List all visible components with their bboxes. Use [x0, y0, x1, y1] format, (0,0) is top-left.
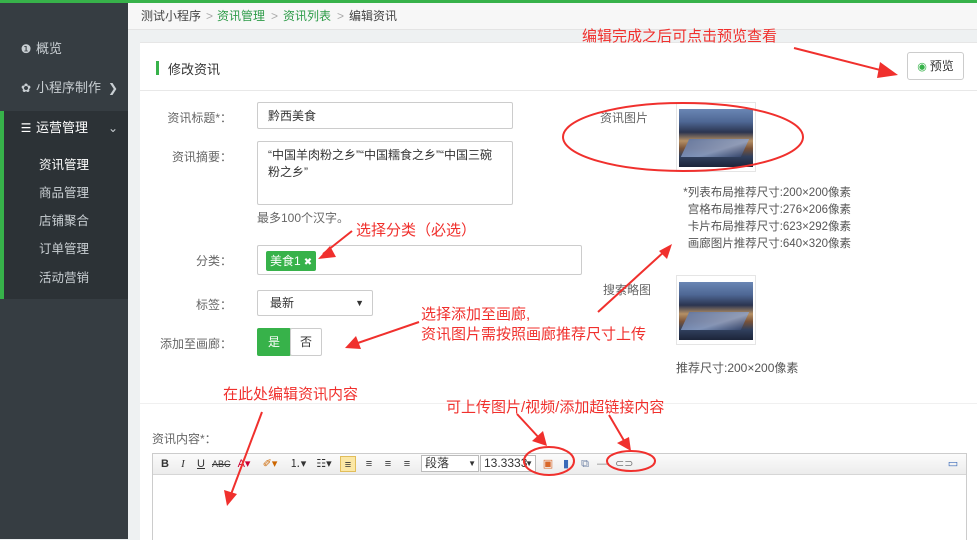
- annotation-preview: 编辑完成之后可点击预览查看: [582, 28, 778, 45]
- content-label: 资讯内容*：: [152, 432, 217, 446]
- edit-panel: 修改资讯 ◉预览 资讯标题*： 资讯摘要： “中国羊肉粉之乡”“中国糯食之乡”“…: [140, 42, 977, 540]
- chevron-right-icon: ❯: [107, 81, 118, 95]
- sidebar-item-label: 小程序制作: [36, 80, 102, 95]
- search-thumbnail[interactable]: [676, 275, 756, 345]
- tags-label: 标签：: [195, 298, 232, 312]
- annotation-content: 在此处编辑资讯内容: [223, 386, 359, 403]
- sidebar: ❶ 概览 ✿ 小程序制作 ❯ ☰ 运营管理 ⌄ 资讯管理 商品管理 店铺聚合 订单管理…: [0, 3, 128, 539]
- breadcrumb-item[interactable]: 测试小程序: [141, 3, 201, 29]
- insert-video-icon[interactable]: ▮: [559, 456, 573, 472]
- category-label: 分类：: [195, 254, 232, 268]
- fullscreen-icon[interactable]: ▭: [945, 456, 961, 472]
- breadcrumb-current: 编辑资讯: [349, 9, 398, 23]
- annotation-category: 选择分类（必选）: [356, 222, 477, 239]
- eye-icon: ◉: [917, 61, 927, 73]
- annotation-upload: 可上传图片/视频/添加超链接内容: [446, 399, 665, 416]
- annotation-gallery-1: 选择添加至画廊,: [421, 306, 531, 323]
- image-spec-line: 卡片布局推荐尺寸:623×292像素: [687, 221, 851, 233]
- font-color-icon[interactable]: A▾: [233, 456, 255, 472]
- sidebar-subitem-stores[interactable]: 店铺聚合: [39, 210, 89, 229]
- news-image: [679, 109, 753, 167]
- title-label: 资讯标题*：: [167, 111, 232, 125]
- thumb-size-hint: 推荐尺寸:200×200像素: [676, 361, 799, 375]
- sidebar-item-miniapp[interactable]: ✿ 小程序制作 ❯: [0, 70, 128, 106]
- highlight-color-icon[interactable]: ✐▾: [259, 456, 281, 472]
- sidebar-subitem-products[interactable]: 商品管理: [39, 182, 89, 201]
- preview-button[interactable]: ◉ 预览: [907, 52, 964, 80]
- image-spec-line: 画廊图片推荐尺寸:640×320像素: [687, 238, 851, 250]
- summary-hint: 最多100个汉字。: [257, 211, 350, 225]
- rich-text-editor: B I U ABC A▾ ✐▾ ⒈▾ ☷▾ ≡ ≡ ≡ ≡ 段落 ▼ 13.333…: [152, 453, 967, 540]
- sidebar-subitem-orders[interactable]: 订单管理: [39, 238, 89, 257]
- caret-down-icon: ▼: [355, 298, 364, 308]
- summary-textarea[interactable]: “中国羊肉粉之乡”“中国糯食之乡”“中国三碗粉之乡”: [257, 141, 513, 205]
- category-tag-label: 美食1: [270, 254, 301, 268]
- underline-icon[interactable]: U: [194, 456, 208, 472]
- image-spec-line: *列表布局推荐尺寸:200×200像素: [683, 187, 851, 199]
- align-center-icon[interactable]: ≡: [361, 456, 377, 472]
- breadcrumb-item[interactable]: 资讯列表: [283, 3, 331, 29]
- thumb-label: 搜索略图: [603, 283, 652, 297]
- info-circle-icon: ❶: [20, 42, 32, 56]
- image-label: 资讯图片: [600, 111, 649, 125]
- tags-select[interactable]: 最新 ▼: [257, 290, 373, 316]
- align-left-icon[interactable]: ≡: [340, 456, 356, 472]
- title-input[interactable]: [257, 102, 513, 129]
- strikethrough-icon[interactable]: ABC: [212, 456, 231, 472]
- category-tag[interactable]: 美食1 ✖: [266, 251, 317, 271]
- chevron-down-icon: ⌄: [107, 121, 118, 135]
- gallery-no-button[interactable]: 否: [290, 328, 322, 356]
- paragraph-select[interactable]: 段落 ▼: [421, 455, 479, 472]
- sidebar-subitem-news[interactable]: 资讯管理: [39, 154, 89, 173]
- news-image-thumbnail[interactable]: [676, 102, 756, 172]
- tags-select-value: 最新: [270, 296, 295, 310]
- insert-image-icon[interactable]: ▣: [540, 456, 556, 472]
- breadcrumb: 测试小程序 > 资讯管理 > 资讯列表 > 编辑资讯: [128, 3, 977, 30]
- paragraph-select-value: 段落: [425, 456, 450, 470]
- font-size-select-value: 13.3333: [484, 456, 528, 470]
- title-accent-bar: [156, 61, 159, 75]
- panel-title: 修改资讯: [168, 62, 221, 77]
- image-spec-line: 宫格布局推荐尺寸:276×206像素: [687, 204, 851, 216]
- divider: [140, 90, 977, 91]
- editor-toolbar: B I U ABC A▾ ✐▾ ⒈▾ ☷▾ ≡ ≡ ≡ ≡ 段落 ▼ 13.333…: [153, 454, 966, 475]
- align-right-icon[interactable]: ≡: [380, 456, 396, 472]
- sidebar-item-operations[interactable]: ☰ 运营管理 ⌄: [0, 110, 128, 146]
- gear-icon: ✿: [20, 81, 32, 95]
- search-thumbnail-image: [679, 282, 753, 340]
- insert-link-icon[interactable]: ⊂⊃: [615, 456, 633, 472]
- breadcrumb-separator: >: [271, 9, 279, 23]
- ordered-list-icon[interactable]: ⒈▾: [287, 456, 309, 472]
- horizontal-rule-icon[interactable]: —: [597, 456, 608, 472]
- breadcrumb-separator: >: [206, 9, 214, 23]
- bold-icon[interactable]: B: [158, 456, 172, 472]
- gallery-yes-button[interactable]: 是: [257, 328, 291, 356]
- sidebar-subitem-marketing[interactable]: 活动营销: [39, 267, 89, 286]
- sidebar-item-label: 运营管理: [36, 120, 89, 135]
- breadcrumb-item[interactable]: 资讯管理: [217, 3, 265, 29]
- insert-file-icon[interactable]: ⧉: [577, 456, 593, 472]
- font-size-select[interactable]: 13.3333 ▼: [480, 455, 536, 472]
- annotation-gallery-2: 资讯图片需按照画廊推荐尺寸上传: [421, 326, 647, 343]
- align-justify-icon[interactable]: ≡: [399, 456, 415, 472]
- summary-label: 资讯摘要：: [171, 150, 232, 164]
- caret-down-icon: ▼: [525, 459, 533, 468]
- preview-button-label: 预览: [929, 59, 954, 73]
- unordered-list-icon[interactable]: ☷▾: [313, 456, 335, 472]
- remove-tag-icon[interactable]: ✖: [304, 257, 312, 268]
- image-size-specs: *列表布局推荐尺寸:200×200像素 宫格布局推荐尺寸:276×206像素 卡…: [660, 185, 851, 253]
- list-icon: ☰: [20, 121, 32, 135]
- breadcrumb-separator: >: [337, 9, 345, 23]
- italic-icon[interactable]: I: [176, 456, 190, 472]
- caret-down-icon: ▼: [468, 459, 476, 468]
- sidebar-item-overview[interactable]: ❶ 概览: [0, 31, 128, 67]
- sidebar-item-label: 概览: [36, 41, 63, 56]
- gallery-label: 添加至画廊：: [159, 337, 232, 351]
